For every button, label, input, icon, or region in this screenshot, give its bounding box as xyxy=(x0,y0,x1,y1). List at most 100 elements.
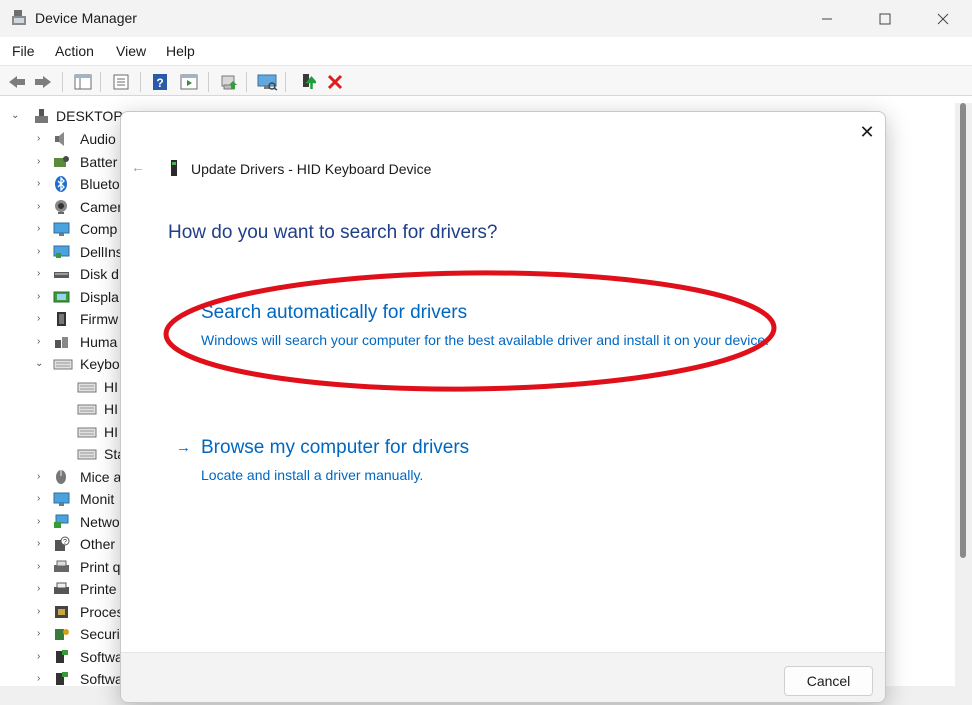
tree-item-label: HI xyxy=(104,378,118,395)
bluetooth-icon xyxy=(53,176,70,192)
tree-item-label: Proces xyxy=(80,603,124,620)
back-arrow-icon[interactable]: ← xyxy=(131,159,145,175)
svg-text:?: ? xyxy=(156,76,163,90)
scan-hardware-icon[interactable] xyxy=(256,71,278,93)
toolbar: ? xyxy=(0,65,972,96)
option-description: Locate and install a driver manually. xyxy=(201,467,424,483)
chevron-right-icon[interactable]: › xyxy=(37,156,47,167)
chevron-down-icon[interactable]: ⌄ xyxy=(11,111,21,121)
chevron-right-icon[interactable]: › xyxy=(37,134,47,144)
tree-item-label: Other xyxy=(80,536,116,552)
chevron-right-icon[interactable]: › xyxy=(37,471,47,482)
chevron-right-icon[interactable]: › xyxy=(37,561,47,572)
tree-item-label: Audio xyxy=(80,131,116,147)
disk-drive-icon xyxy=(53,266,70,282)
toolbar-separator xyxy=(100,72,101,92)
run-icon[interactable] xyxy=(178,71,200,93)
tree-root-label: DESKTOP- xyxy=(56,108,128,124)
menu-help[interactable]: Help xyxy=(166,43,195,59)
tree-item-label: Disk d xyxy=(80,266,119,282)
tree-item-label: Softwa xyxy=(80,671,123,686)
window-title: Device Manager xyxy=(35,10,137,26)
firmware-icon xyxy=(53,311,70,327)
tree-item-label: Softwa xyxy=(80,648,123,665)
chevron-right-icon[interactable]: › xyxy=(37,651,47,662)
tree-item-label: Securi xyxy=(80,626,120,642)
keyboard-device-icon xyxy=(169,159,179,177)
printer-icon xyxy=(53,581,70,597)
chevron-right-icon[interactable]: › xyxy=(37,314,47,324)
toolbar-separator xyxy=(62,72,63,92)
update-driver-icon[interactable] xyxy=(218,71,240,93)
keyboard-icon xyxy=(77,424,97,440)
keyboard-icon xyxy=(77,401,97,417)
menu-file[interactable]: File xyxy=(12,43,35,59)
tree-item-label: DellIns xyxy=(80,243,123,260)
minimize-button[interactable] xyxy=(798,0,856,37)
tree-item-label: Mice a xyxy=(80,468,122,485)
dialog-close-button[interactable]: ✕ xyxy=(855,120,879,144)
search-automatically-option[interactable]: → Search automatically for drivers Windo… xyxy=(176,302,796,366)
help-icon[interactable]: ? xyxy=(149,71,171,93)
mouse-icon xyxy=(53,469,70,485)
tree-item-label: Displa xyxy=(80,288,119,305)
title-bar: Device Manager xyxy=(0,0,972,37)
camera-icon xyxy=(53,199,70,215)
chevron-right-icon[interactable]: › xyxy=(37,291,47,302)
toolbar-separator xyxy=(285,72,286,92)
menu-action[interactable]: Action xyxy=(55,43,94,59)
tree-item-label: Huma xyxy=(80,333,118,350)
tree-item-label: Monit xyxy=(80,491,115,507)
chevron-right-icon[interactable]: › xyxy=(37,539,47,549)
chevron-right-icon[interactable]: › xyxy=(37,516,47,527)
arrow-right-icon: → xyxy=(176,439,191,456)
software-icon xyxy=(53,671,70,686)
keyboard-icon xyxy=(53,356,73,372)
other-devices-icon: ? xyxy=(53,536,70,552)
computer-icon xyxy=(53,221,70,237)
chevron-right-icon[interactable]: › xyxy=(37,201,47,212)
browse-computer-option[interactable]: → Browse my computer for drivers Locate … xyxy=(176,437,796,487)
back-icon[interactable] xyxy=(6,71,28,93)
option-title[interactable]: Browse my computer for drivers xyxy=(201,437,469,459)
menu-bar: File Action View Help xyxy=(0,37,972,65)
maximize-button[interactable] xyxy=(856,0,914,37)
toolbar-separator xyxy=(140,72,141,92)
option-title[interactable]: Search automatically for drivers xyxy=(201,302,467,324)
chevron-right-icon[interactable]: › xyxy=(37,224,47,234)
tree-item-label: Blueto xyxy=(80,176,120,192)
forward-icon[interactable] xyxy=(32,71,54,93)
chevron-right-icon[interactable]: › xyxy=(37,584,47,594)
show-hide-console-tree-icon[interactable] xyxy=(72,71,94,93)
chevron-right-icon[interactable]: › xyxy=(37,336,47,347)
chevron-right-icon[interactable]: › xyxy=(37,269,47,279)
monitor-network-icon xyxy=(53,244,70,260)
speaker-icon xyxy=(53,131,70,147)
toolbar-separator xyxy=(246,72,247,92)
chevron-right-icon[interactable]: › xyxy=(37,246,47,257)
vertical-scrollbar-thumb[interactable] xyxy=(960,103,966,558)
tree-item-label: Netwo xyxy=(80,513,120,530)
tree-item-label: Firmw xyxy=(80,311,119,327)
close-window-button[interactable] xyxy=(914,0,972,37)
tree-item-label: Comp xyxy=(80,221,118,237)
tree-item-label: Printe xyxy=(80,581,117,597)
cancel-button[interactable]: Cancel xyxy=(784,666,873,696)
computer-icon xyxy=(33,108,50,124)
enable-device-icon[interactable] xyxy=(296,71,318,93)
menu-view[interactable]: View xyxy=(116,43,146,59)
tree-item-label: Keybo xyxy=(80,356,120,372)
vertical-scrollbar[interactable] xyxy=(955,103,972,686)
option-description: Windows will search your computer for th… xyxy=(201,332,770,348)
chevron-right-icon[interactable]: › xyxy=(37,629,47,639)
print-queue-icon xyxy=(53,559,70,575)
uninstall-device-icon[interactable] xyxy=(324,71,346,93)
chevron-right-icon[interactable]: › xyxy=(37,606,47,617)
chevron-down-icon[interactable]: ⌄ xyxy=(35,359,45,369)
chevron-right-icon[interactable]: › xyxy=(37,179,47,189)
chevron-right-icon[interactable]: › xyxy=(37,494,47,504)
dialog-footer: Cancel xyxy=(121,652,885,702)
properties-icon[interactable] xyxy=(110,71,132,93)
security-icon xyxy=(53,626,70,642)
chevron-right-icon[interactable]: › xyxy=(37,674,47,684)
